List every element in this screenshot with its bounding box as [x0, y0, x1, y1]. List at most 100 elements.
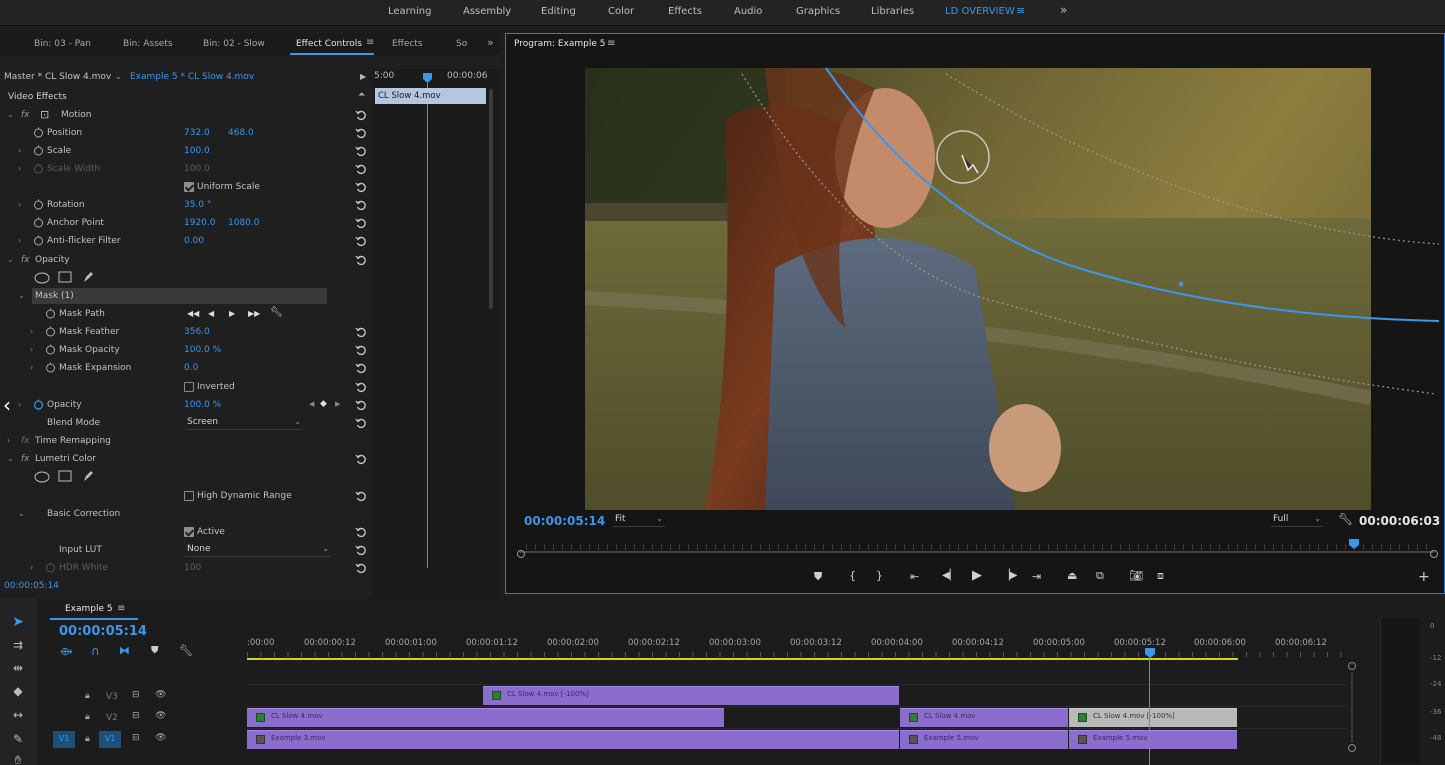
expand-arrow-icon[interactable]: ›: [18, 164, 21, 173]
mask-vertex-handle[interactable]: [1179, 282, 1183, 286]
reset-icon[interactable]: [355, 145, 367, 157]
track-label-v2[interactable]: V2: [106, 713, 118, 723]
lock-icon[interactable]: 🔒︎: [85, 734, 90, 744]
track-forward-icon[interactable]: ▶▶: [248, 309, 260, 318]
rectangle-mask-icon[interactable]: [58, 470, 72, 482]
stopwatch-icon[interactable]: [33, 217, 44, 228]
stopwatch-icon[interactable]: [45, 308, 56, 319]
scrub-zoom-left-handle[interactable]: [517, 550, 525, 558]
snap-magnet-icon[interactable]: ∩: [91, 644, 100, 658]
track-target-v1[interactable]: V1: [99, 731, 121, 748]
reset-icon[interactable]: [355, 235, 367, 247]
mark-in-icon[interactable]: {: [849, 569, 856, 582]
expand-arrow-icon[interactable]: ⌄: [7, 110, 14, 119]
timeline-clip-selected[interactable]: CL Slow 4.mov [-100%]: [1069, 708, 1237, 727]
stopwatch-icon[interactable]: [33, 199, 44, 210]
stopwatch-icon[interactable]: [33, 145, 44, 156]
collapse-up-icon[interactable]: ⏶: [358, 90, 365, 100]
expand-arrow-icon[interactable]: ›: [7, 436, 10, 445]
sequence-clip-label[interactable]: Example 5 * CL Slow 4.mov: [130, 72, 254, 82]
stopwatch-icon[interactable]: [45, 344, 56, 355]
play-button-icon[interactable]: ▶: [972, 568, 982, 583]
scroll-handle-top[interactable]: [1348, 662, 1356, 670]
reset-icon[interactable]: [355, 399, 367, 411]
timeline-clip[interactable]: CL Slow 4.mov: [900, 708, 1068, 727]
timeline-clip[interactable]: CL Slow 4.mov: [247, 708, 724, 727]
stopwatch-active-icon[interactable]: [33, 399, 44, 410]
export-frame-camera-icon[interactable]: 📷︎: [1129, 569, 1143, 582]
ripple-edit-tool-icon[interactable]: ⇹: [9, 661, 27, 677]
fx-icon[interactable]: fx: [21, 454, 30, 464]
tab-effects[interactable]: Effects: [392, 39, 423, 49]
comparison-view-icon[interactable]: ⧈: [1157, 569, 1164, 583]
reset-icon[interactable]: [355, 181, 367, 193]
reset-icon[interactable]: [355, 109, 367, 121]
mask-feather-value[interactable]: 356.0: [184, 327, 210, 337]
master-clip-label[interactable]: Master * CL Slow 4.mov: [4, 72, 111, 82]
fx-icon[interactable]: fx: [21, 110, 30, 120]
rectangle-mask-icon[interactable]: [58, 271, 72, 283]
position-y-value[interactable]: 468.0: [228, 128, 254, 138]
pen-mask-icon[interactable]: [82, 469, 95, 483]
reset-icon[interactable]: [355, 326, 367, 338]
timeline-timecode[interactable]: 00:00:05:14: [59, 624, 147, 639]
workspace-tab-graphics[interactable]: Graphics: [796, 6, 840, 17]
settings-wrench-icon[interactable]: 🔧︎: [1338, 512, 1353, 526]
sequence-menu-icon[interactable]: ≡: [117, 603, 125, 614]
reset-icon[interactable]: [355, 381, 367, 393]
reset-icon[interactable]: [355, 362, 367, 374]
button-editor-plus-icon[interactable]: +: [1418, 569, 1430, 585]
reset-icon[interactable]: [355, 453, 367, 465]
workspace-tab-color[interactable]: Color: [608, 6, 634, 17]
workspace-tab-ld-overview[interactable]: LD OVERVIEW: [945, 6, 1015, 17]
work-area-bar[interactable]: [247, 658, 1238, 660]
position-x-value[interactable]: 732.0: [184, 128, 210, 138]
workspace-tab-assembly[interactable]: Assembly: [463, 6, 511, 17]
add-marker-icon[interactable]: ⛊: [151, 645, 159, 656]
track-select-tool-icon[interactable]: ⇉: [9, 638, 27, 654]
tab-bin-pan[interactable]: Bin: 03 - Pan: [34, 39, 91, 49]
scrub-zoom-right-handle[interactable]: [1430, 550, 1438, 558]
lumetri-effect-row[interactable]: ⌄ fx Lumetri Color: [0, 450, 372, 468]
reset-icon[interactable]: [355, 344, 367, 356]
workspace-menu-icon[interactable]: ≡: [1016, 4, 1025, 17]
next-keyframe-icon[interactable]: ▶: [335, 400, 340, 408]
selection-tool-icon[interactable]: ➤: [9, 614, 27, 630]
add-marker-icon[interactable]: ⛊: [814, 570, 822, 584]
expand-arrow-icon[interactable]: ›: [30, 327, 33, 336]
timeline-settings-wrench-icon[interactable]: 🔧︎: [179, 644, 193, 657]
stopwatch-icon[interactable]: [45, 362, 56, 373]
opacity-effect-row[interactable]: ⌄ fx Opacity: [0, 251, 372, 269]
eye-icon[interactable]: 👁︎: [155, 733, 166, 743]
motion-effect-row[interactable]: ⌄ fx ⊡ Motion: [0, 106, 372, 124]
reset-icon[interactable]: [355, 562, 367, 574]
mask-expansion-value[interactable]: 0.0: [184, 363, 198, 373]
mask-name-label[interactable]: Mask (1): [35, 291, 74, 301]
anchor-y-value[interactable]: 1080.0: [228, 218, 260, 228]
reset-icon[interactable]: [355, 254, 367, 266]
reset-icon[interactable]: [355, 490, 367, 502]
track-forward-one-icon[interactable]: ▶: [229, 309, 235, 318]
tabs-more-icon[interactable]: »: [487, 36, 494, 49]
stopwatch-icon[interactable]: [33, 127, 44, 138]
blend-mode-dropdown[interactable]: Screen ⌄: [185, 417, 303, 430]
workspace-tab-effects[interactable]: Effects: [668, 6, 702, 17]
ellipse-mask-icon[interactable]: [34, 272, 50, 284]
step-forward-icon[interactable]: ▕▶: [1002, 570, 1017, 581]
scrollbar[interactable]: [489, 89, 493, 309]
mini-timeline-clip[interactable]: CL Slow 4.mov: [375, 88, 486, 104]
expand-arrow-icon[interactable]: ›: [18, 236, 21, 245]
rotation-value[interactable]: 35.0 °: [184, 200, 211, 210]
eye-icon[interactable]: 👁︎: [155, 690, 166, 700]
workspace-tab-audio[interactable]: Audio: [734, 6, 762, 17]
pen-tool-icon[interactable]: ✎: [9, 732, 27, 748]
expand-arrow-icon[interactable]: ⌄: [7, 454, 14, 463]
track-backward-one-icon[interactable]: ◀: [208, 309, 214, 318]
tab-bin-slow[interactable]: Bin: 02 - Slow: [203, 39, 265, 49]
source-patch-v1[interactable]: V1: [53, 731, 75, 748]
resolution-dropdown[interactable]: Full ⌄: [1271, 514, 1323, 527]
scroll-handle-bottom[interactable]: [1348, 744, 1356, 752]
pen-mask-icon[interactable]: [82, 270, 95, 284]
expand-arrow-icon[interactable]: ›: [30, 363, 33, 372]
reset-icon[interactable]: [355, 199, 367, 211]
